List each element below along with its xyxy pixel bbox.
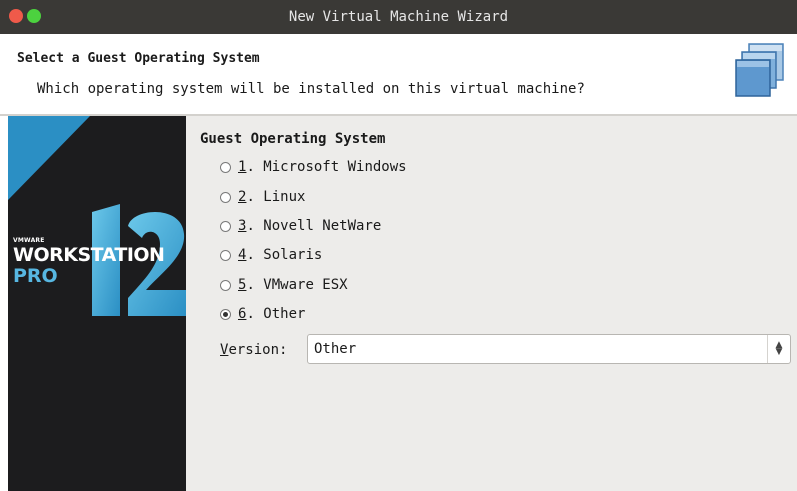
- page-title: Select a Guest Operating System: [17, 51, 260, 66]
- option-mnemonic: 6: [238, 306, 247, 322]
- radio-button[interactable]: [220, 279, 231, 291]
- brand-product: WORKSTATION: [13, 244, 165, 266]
- guest-os-section-title: Guest Operating System: [200, 131, 386, 147]
- title-bar: New Virtual Machine Wizard: [0, 0, 797, 34]
- page-subtitle: Which operating system will be installed…: [37, 81, 585, 97]
- option-label: . Linux: [246, 189, 306, 205]
- radio-button[interactable]: [220, 191, 231, 203]
- accent-triangle: [8, 116, 90, 200]
- wizard-content: Guest Operating System 1. Microsoft Wind…: [186, 116, 797, 491]
- wizard-header: Select a Guest Operating System Which op…: [0, 34, 797, 114]
- brand-vendor: VMWARE: [13, 237, 45, 244]
- option-label: . Novell NetWare: [246, 218, 382, 234]
- option-label: . Other: [246, 306, 306, 322]
- os-option-netware[interactable]: 3. Novell NetWare: [220, 215, 381, 237]
- option-label: . Solaris: [246, 247, 323, 263]
- os-option-solaris[interactable]: 4. Solaris: [220, 244, 322, 266]
- window-title: New Virtual Machine Wizard: [288, 9, 509, 25]
- version-dropdown-value: Other: [314, 341, 357, 357]
- virtual-machine-icon: [735, 43, 784, 97]
- branding-sidebar: VMWARE WORKSTATION PRO: [8, 116, 186, 491]
- option-mnemonic: 5: [238, 277, 247, 293]
- version-label-text: ersion:: [228, 342, 288, 358]
- option-mnemonic: 3: [238, 218, 247, 234]
- option-label: . VMware ESX: [246, 277, 348, 293]
- os-option-esx[interactable]: 5. VMware ESX: [220, 274, 348, 296]
- option-label: . Microsoft Windows: [246, 159, 407, 175]
- version-dropdown[interactable]: Other ▲ ▼: [307, 334, 791, 364]
- os-option-linux[interactable]: 2. Linux: [220, 186, 305, 208]
- os-option-windows[interactable]: 1. Microsoft Windows: [220, 156, 407, 178]
- radio-button-selected[interactable]: [220, 308, 231, 320]
- os-option-other[interactable]: 6. Other: [220, 303, 305, 325]
- radio-button[interactable]: [220, 161, 231, 173]
- option-mnemonic: 1: [238, 159, 247, 175]
- version-label: Version:: [220, 342, 307, 358]
- up-down-chevron-icon[interactable]: ▲ ▼: [767, 335, 790, 363]
- option-mnemonic: 2: [238, 189, 247, 205]
- option-mnemonic: 4: [238, 247, 247, 263]
- version-row: Version:: [220, 336, 307, 364]
- brand-edition: PRO: [13, 265, 58, 287]
- radio-button[interactable]: [220, 249, 231, 261]
- radio-button[interactable]: [220, 220, 231, 232]
